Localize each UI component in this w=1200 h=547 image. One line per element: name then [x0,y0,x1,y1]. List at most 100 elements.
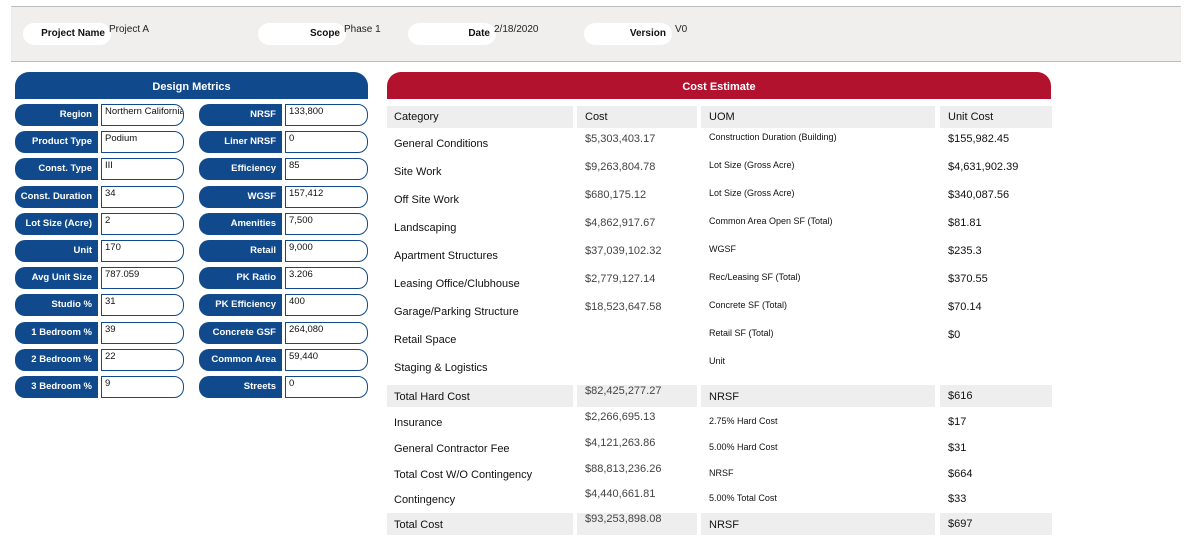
row-cost: $18,523,647.58 [585,301,662,313]
summary-uom: NRSF [709,391,739,403]
summary-uom: NRSF [709,519,739,531]
row-unit-cost: $81.81 [948,217,982,229]
metric-input-2-bedroom[interactable]: 22 [101,349,184,371]
metric-label-studio: Studio % [15,294,98,316]
project-name-label: Project Name [23,23,111,45]
column-header-category: Category [394,111,439,123]
summary-uom: 2.75% Hard Cost [709,416,778,426]
metric-input-unit[interactable]: 170 [101,240,184,262]
row-category: General Conditions [394,138,489,150]
summary-unit-cost: $664 [948,468,973,480]
metric-label-unit: Unit [15,240,98,262]
column-header-cost: Cost [585,111,608,123]
metric-input-product-type[interactable]: Podium [101,131,184,153]
metric-input-avg-unit-size[interactable]: 787.059 [101,267,184,289]
row-uom: Unit [709,356,726,366]
design-metrics-title: Design Metrics [15,72,368,99]
summary-cost: $2,266,695.13 [585,411,656,423]
row-cost: $2,779,127.14 [585,273,656,285]
row-uom: Rec/Leasing SF (Total) [709,272,801,282]
metric-input-3-bedroom[interactable]: 9 [101,376,184,398]
row-cost: $5,303,403.17 [585,133,656,145]
metric-input-const-duration[interactable]: 34 [101,186,184,208]
row-category: Site Work [394,166,442,178]
summary-uom: NRSF [709,468,734,478]
summary-uom: 5.00% Hard Cost [709,442,778,452]
date-label: Date [408,23,496,45]
version-label: Version [584,23,672,45]
metric-label-pk-efficiency: PK Efficiency [199,294,282,316]
metric-input-1-bedroom[interactable]: 39 [101,322,184,344]
row-uom: Lot Size (Gross Acre) [709,188,795,198]
column-header-unit-cost: Unit Cost [948,111,994,123]
metric-input-region[interactable]: Northern California [101,104,184,126]
row-cost: $680,175.12 [585,189,647,201]
metric-input-concrete-gsf[interactable]: 264,080 [285,322,368,344]
metric-label-amenities: Amenities [199,213,282,235]
project-name-value[interactable]: Project A [109,24,149,35]
summary-unit-cost: $33 [948,493,967,505]
metric-label-avg-unit-size: Avg Unit Size [15,267,98,289]
row-uom: Lot Size (Gross Acre) [709,160,795,170]
summary-category: General Contractor Fee [394,443,510,455]
metric-input-liner-nrsf[interactable]: 0 [285,131,368,153]
metric-input-efficiency[interactable]: 85 [285,158,368,180]
metric-label-common-area: Common Area [199,349,282,371]
row-unit-cost: $340,087.56 [948,189,1010,201]
metric-input-amenities[interactable]: 7,500 [285,213,368,235]
row-unit-cost: $235.3 [948,245,982,257]
summary-category: Total Hard Cost [394,391,470,403]
metric-input-retail[interactable]: 9,000 [285,240,368,262]
metric-label-nrsf: NRSF [199,104,282,126]
cost-estimate-title: Cost Estimate [387,72,1051,99]
metric-label-concrete-gsf: Concrete GSF [199,322,282,344]
row-category: Apartment Structures [394,250,498,262]
metric-input-nrsf[interactable]: 133,800 [285,104,368,126]
summary-unit-cost: $31 [948,442,967,454]
summary-category: Contingency [394,494,456,506]
metric-label-liner-nrsf: Liner NRSF [199,131,282,153]
metric-input-common-area[interactable]: 59,440 [285,349,368,371]
scope-value[interactable]: Phase 1 [344,24,381,35]
row-unit-cost: $70.14 [948,301,982,313]
metric-label-efficiency: Efficiency [199,158,282,180]
metric-label-product-type: Product Type [15,131,98,153]
row-category: Landscaping [394,222,457,234]
summary-category: Total Cost [394,519,443,531]
summary-unit-cost: $17 [948,416,967,428]
metric-input-streets[interactable]: 0 [285,376,368,398]
summary-uom: 5.00% Total Cost [709,493,777,503]
metric-input-lot-size-acre[interactable]: 2 [101,213,184,235]
row-category: Staging & Logistics [394,362,488,374]
row-unit-cost: $4,631,902.39 [948,161,1019,173]
row-unit-cost: $0 [948,329,961,341]
row-category: Off Site Work [394,194,460,206]
metric-label-wgsf: WGSF [199,186,282,208]
date-value[interactable]: 2/18/2020 [494,24,539,35]
version-value[interactable]: V0 [675,24,687,35]
summary-cost: $4,121,263.86 [585,437,656,449]
column-header-bg [701,106,935,128]
row-unit-cost: $370.55 [948,273,988,285]
metric-input-pk-ratio[interactable]: 3.206 [285,267,368,289]
metric-label-pk-ratio: PK Ratio [199,267,282,289]
row-uom: Concrete SF (Total) [709,300,788,310]
row-category: Retail Space [394,334,457,346]
metric-label-3-bedroom: 3 Bedroom % [15,376,98,398]
row-uom: Construction Duration (Building) [709,132,837,142]
row-category: Garage/Parking Structure [394,306,519,318]
row-uom: WGSF [709,244,736,254]
metric-input-studio[interactable]: 31 [101,294,184,316]
summary-cost: $82,425,277.27 [585,385,662,397]
metric-label-const-duration: Const. Duration [15,186,98,208]
metric-label-const-type: Const. Type [15,158,98,180]
metric-input-pk-efficiency[interactable]: 400 [285,294,368,316]
metric-input-const-type[interactable]: III [101,158,184,180]
metric-label-retail: Retail [199,240,282,262]
metric-label-2-bedroom: 2 Bedroom % [15,349,98,371]
metric-input-wgsf[interactable]: 157,412 [285,186,368,208]
row-cost: $37,039,102.32 [585,245,662,257]
row-cost: $4,862,917.67 [585,217,656,229]
metric-label-lot-size-acre: Lot Size (Acre) [15,213,98,235]
summary-cost: $4,440,661.81 [585,488,656,500]
